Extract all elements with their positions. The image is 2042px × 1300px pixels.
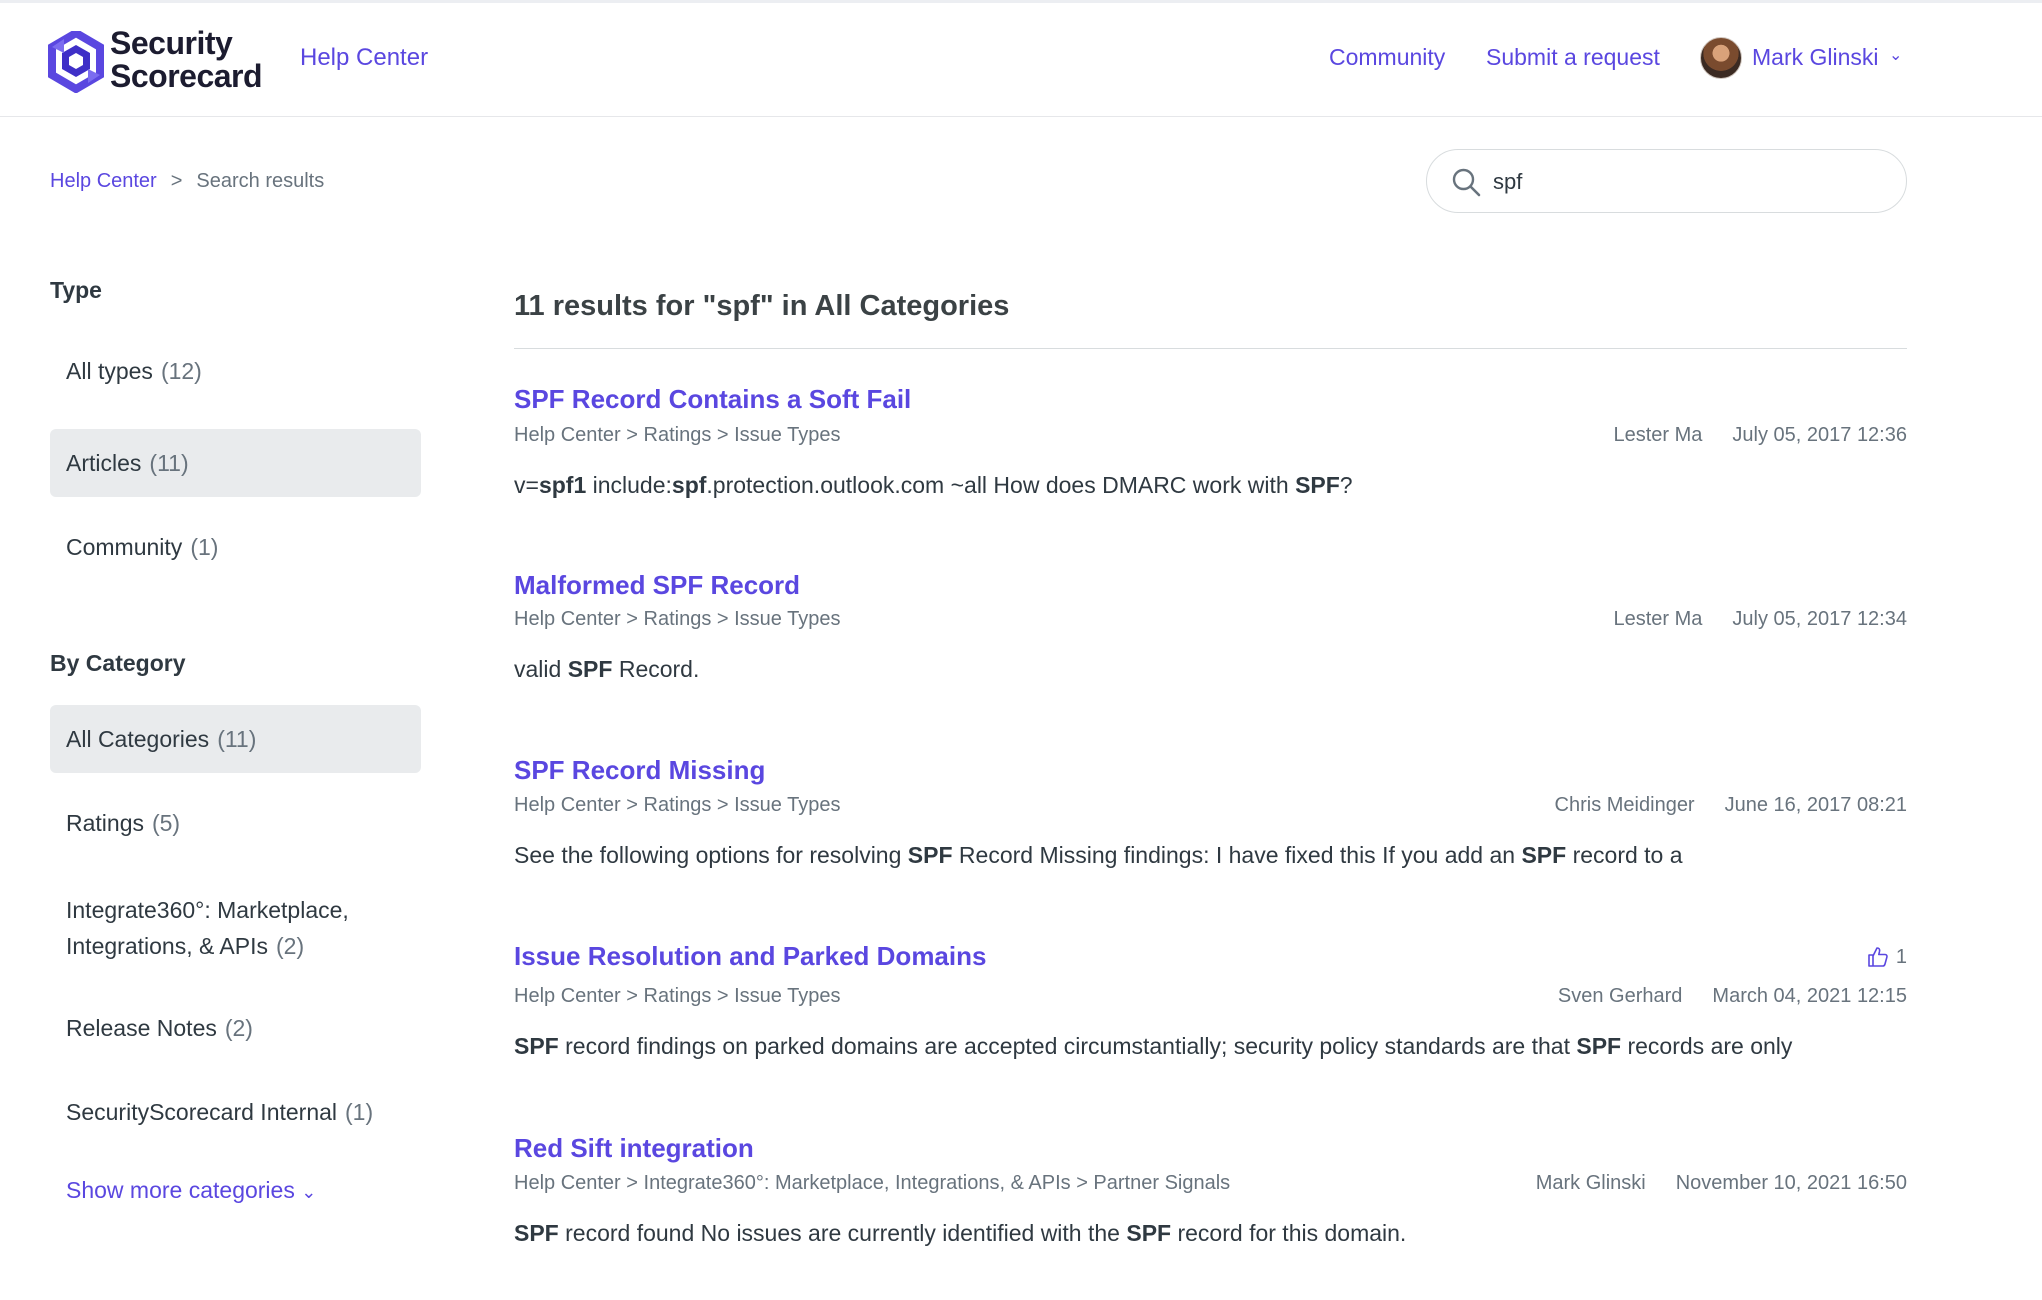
search-input[interactable] <box>1493 162 1883 202</box>
filter-count: (2) <box>224 1015 253 1041</box>
result-author: Lester Ma <box>1613 608 1703 630</box>
result-author: Mark Glinski <box>1535 1172 1646 1194</box>
help-center-link[interactable]: Help Center <box>300 44 428 72</box>
result-date: June 16, 2017 08:21 <box>1724 794 1907 816</box>
result-meta: Lester Ma July 05, 2017 12:36 <box>1613 424 1907 447</box>
filter-label: SecurityScorecard Internal <box>66 1099 338 1125</box>
result-snippet: valid SPF Record. <box>514 656 700 682</box>
filter-count: (11) <box>149 450 189 476</box>
type-heading: Type <box>50 277 102 303</box>
result-snippet: v=spf1 include:spf.protection.outlook.co… <box>514 472 1353 498</box>
chevron-down-icon: ⌄ <box>301 1182 317 1202</box>
filter-category-integrate360[interactable]: Integrate360°: Marketplace, Integrations… <box>50 888 421 968</box>
filter-label: Release Notes <box>66 1015 217 1041</box>
result-path: Help Center > Ratings > Issue Types <box>514 424 841 446</box>
filter-count: (12) <box>160 358 202 384</box>
result-path: Help Center > Integrate360°: Marketplace… <box>514 1172 1231 1194</box>
chevron-down-icon: ⌄ <box>1889 47 1903 64</box>
filter-category-securityscorecard-internal[interactable]: SecurityScorecard Internal (1) <box>50 1087 421 1137</box>
filter-label: Community <box>66 534 183 560</box>
avatar <box>1700 37 1742 79</box>
filter-category-ratings[interactable]: Ratings (5) <box>50 798 421 848</box>
result-author: Chris Meidinger <box>1554 794 1695 816</box>
result-meta: Sven Gerhard March 04, 2021 12:15 <box>1558 985 1907 1008</box>
result-path: Help Center > Ratings > Issue Types <box>514 794 841 816</box>
logo-hexagon-icon <box>48 31 104 93</box>
filter-count: (1) <box>345 1099 374 1125</box>
search-icon[interactable] <box>1451 167 1481 197</box>
filter-label: All types <box>66 358 153 384</box>
site-header: Security Scorecard Help Center Community… <box>0 3 2042 117</box>
filter-count: (1) <box>190 534 219 560</box>
user-name: Mark Glinski <box>1752 44 1879 70</box>
results-heading: 11 results for "spf" in All Categories <box>514 290 1010 322</box>
result-snippet: See the following options for resolving … <box>514 842 1683 868</box>
result-snippet: SPF record found No issues are currently… <box>514 1220 1407 1246</box>
logo-wordmark: Security Scorecard <box>110 25 263 94</box>
result-title-link[interactable]: Red Sift integration <box>514 1133 754 1164</box>
vote-count: 1 <box>1895 945 1907 968</box>
result-date: July 05, 2017 12:34 <box>1732 608 1907 630</box>
result-author: Sven Gerhard <box>1557 985 1683 1007</box>
filter-count: (11) <box>217 726 257 752</box>
result-date: July 05, 2017 12:36 <box>1732 424 1907 446</box>
filter-label: Ratings <box>66 810 144 836</box>
filter-count: (5) <box>151 810 181 836</box>
result-title-link[interactable]: SPF Record Contains a Soft Fail <box>514 384 911 415</box>
result-meta: Mark Glinski November 10, 2021 16:50 <box>1536 1172 1907 1195</box>
nav-community-link[interactable]: Community <box>1329 44 1445 71</box>
result-meta: Lester Ma July 05, 2017 12:34 <box>1613 608 1907 631</box>
filter-type-community[interactable]: Community (1) <box>50 522 421 572</box>
filter-label: Integrations, & APIs <box>66 933 269 959</box>
filter-category-all[interactable]: All Categories (11) <box>50 705 421 773</box>
category-heading: By Category <box>50 650 186 676</box>
result-votes: 1 <box>1866 945 1907 969</box>
result-meta: Chris Meidinger June 16, 2017 08:21 <box>1555 794 1907 817</box>
result-title-link[interactable]: Malformed SPF Record <box>514 570 800 601</box>
breadcrumb-separator: > <box>170 170 183 192</box>
show-more-categories-link[interactable]: Show more categories ⌄ <box>66 1177 316 1204</box>
results-divider <box>514 348 1907 349</box>
result-date: November 10, 2021 16:50 <box>1675 1172 1907 1194</box>
search-result: Malformed SPF Record Help Center > Ratin… <box>514 570 1907 700</box>
result-date: March 04, 2021 12:15 <box>1712 985 1907 1007</box>
result-title-link[interactable]: Issue Resolution and Parked Domains <box>514 941 986 972</box>
search-result: SPF Record Missing Help Center > Ratings… <box>514 755 1907 885</box>
nav-submit-request-link[interactable]: Submit a request <box>1486 44 1660 71</box>
thumbs-up-icon <box>1868 947 1888 967</box>
result-snippet: SPF record findings on parked domains ar… <box>514 1033 1793 1059</box>
filter-label: Integrate360°: Marketplace, <box>66 897 349 923</box>
result-path: Help Center > Ratings > Issue Types <box>514 608 841 630</box>
search-result: Red Sift integration Help Center > Integ… <box>514 1133 1907 1263</box>
result-path: Help Center > Ratings > Issue Types <box>514 985 841 1007</box>
breadcrumb-current: Search results <box>196 170 325 192</box>
search-box <box>1426 149 1907 213</box>
filter-category-release-notes[interactable]: Release Notes (2) <box>50 1003 421 1053</box>
filter-count: (2) <box>276 933 305 959</box>
breadcrumb: Help Center > Search results <box>50 170 324 193</box>
filter-label: Articles <box>66 450 142 476</box>
result-author: Lester Ma <box>1613 424 1703 446</box>
filter-label: All Categories <box>66 726 210 752</box>
filter-type-all[interactable]: All types (12) <box>50 346 421 396</box>
result-title-link[interactable]: SPF Record Missing <box>514 755 765 786</box>
breadcrumb-help-center[interactable]: Help Center <box>50 170 157 192</box>
search-result: SPF Record Contains a Soft Fail Help Cen… <box>514 384 1907 514</box>
filter-type-articles[interactable]: Articles (11) <box>50 429 421 497</box>
securityscorecard-logo[interactable]: Security Scorecard <box>48 27 284 97</box>
search-result: Issue Resolution and Parked Domains 1 He… <box>514 941 1907 1076</box>
